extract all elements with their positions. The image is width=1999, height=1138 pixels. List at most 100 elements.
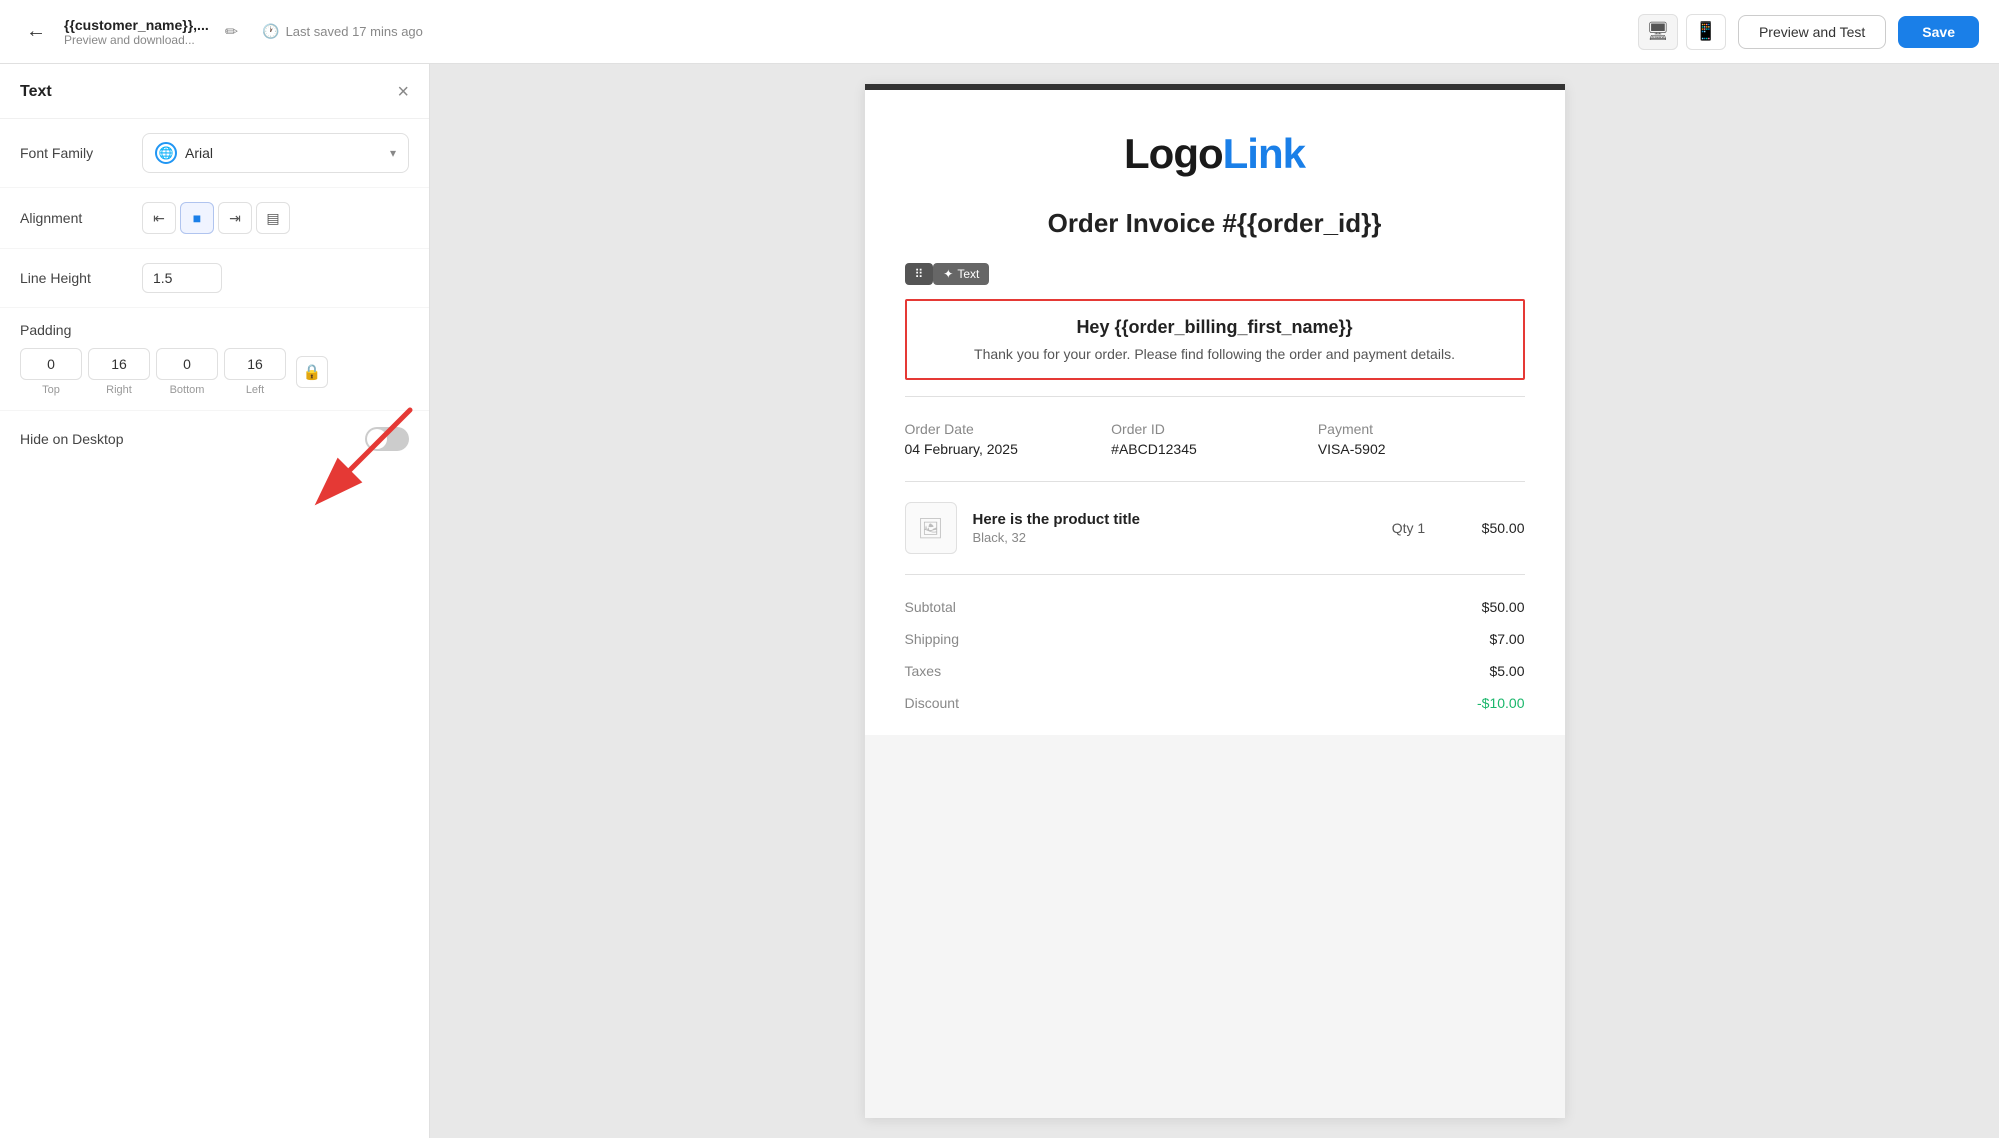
padding-left-label: Left <box>246 384 264 396</box>
shipping-row: Shipping $7.00 <box>905 623 1525 655</box>
padding-top-wrap: Top <box>20 348 82 396</box>
align-justify-button[interactable]: ▤ <box>256 202 290 234</box>
product-qty: Qty 1 <box>1379 520 1439 536</box>
product-variant: Black, 32 <box>973 530 1363 545</box>
order-meta: Order Date 04 February, 2025 Order ID #A… <box>865 397 1565 481</box>
text-block-toolbar: ⠿ ✦ Text <box>905 263 990 285</box>
order-id-col: Order ID #ABCD12345 <box>1111 421 1318 457</box>
mobile-icon: 📱 <box>1695 21 1717 42</box>
padding-bottom-label: Bottom <box>170 384 205 396</box>
text-block-selected: Hey {{order_billing_first_name}} Thank y… <box>905 299 1525 380</box>
toggle-slider <box>365 427 409 451</box>
globe-icon: 🌐 <box>155 142 177 164</box>
align-left-icon: ⇤ <box>153 210 165 227</box>
product-title: Here is the product title <box>973 511 1363 528</box>
text-pill-label: Text <box>957 267 979 281</box>
alignment-row: Alignment ⇤ ■ ⇥ ▤ <box>0 188 429 249</box>
payment-label: Payment <box>1318 421 1525 437</box>
hide-desktop-toggle[interactable] <box>365 427 409 451</box>
subtotal-row: Subtotal $50.00 <box>905 591 1525 623</box>
main-content: Text × Font Family 🌐 Arial ▾ Alignment ⇤ <box>0 64 1999 1138</box>
padding-inputs: Top Right Bottom Left 🔒 <box>20 348 409 396</box>
font-family-label: Font Family <box>20 145 130 161</box>
padding-right-input[interactable] <box>88 348 150 380</box>
align-center-button[interactable]: ■ <box>180 202 214 234</box>
last-saved-text: Last saved 17 mins ago <box>286 24 423 39</box>
header-title-area: {{customer_name}},... Preview and downlo… <box>64 17 209 47</box>
font-family-select[interactable]: 🌐 Arial ▾ <box>142 133 409 173</box>
product-row: 🖼 Here is the product title Black, 32 Qt… <box>865 482 1565 574</box>
email-preview-panel: LogoLink Order Invoice #{{order_id}} ⠿ ✦… <box>430 64 1999 1138</box>
document-title: {{customer_name}},... <box>64 17 209 33</box>
line-height-input[interactable] <box>142 263 222 293</box>
padding-bottom-wrap: Bottom <box>156 348 218 396</box>
header-left: ← {{customer_name}},... Preview and down… <box>20 16 1626 48</box>
align-center-icon: ■ <box>193 210 201 226</box>
padding-top-input[interactable] <box>20 348 82 380</box>
clock-icon: 🕐 <box>262 23 279 40</box>
padding-right-label: Right <box>106 384 132 396</box>
align-justify-icon: ▤ <box>266 210 279 227</box>
move-pill[interactable]: ⠿ <box>905 263 934 285</box>
save-button[interactable]: Save <box>1898 16 1979 48</box>
align-right-button[interactable]: ⇥ <box>218 202 252 234</box>
line-height-row: Line Height <box>0 249 429 308</box>
font-family-control: 🌐 Arial ▾ <box>142 133 409 173</box>
padding-bottom-input[interactable] <box>156 348 218 380</box>
lock-icon: 🔒 <box>303 363 322 381</box>
back-button[interactable]: ← <box>20 16 52 48</box>
email-preview: LogoLink Order Invoice #{{order_id}} ⠿ ✦… <box>865 84 1565 1118</box>
payment-value: VISA-5902 <box>1318 441 1525 457</box>
panel-title: Text <box>20 83 52 101</box>
payment-col: Payment VISA-5902 <box>1318 421 1525 457</box>
alignment-group: ⇤ ■ ⇥ ▤ <box>142 202 290 234</box>
move-icon: ⠿ <box>915 267 924 281</box>
save-info: 🕐 Last saved 17 mins ago <box>262 23 423 40</box>
desktop-view-button[interactable]: 🖥 <box>1638 14 1678 50</box>
padding-top-label: Top <box>42 384 60 396</box>
alignment-control: ⇤ ■ ⇥ ▤ <box>142 202 409 234</box>
order-id-value: #ABCD12345 <box>1111 441 1318 457</box>
header-right: Preview and Test Save <box>1738 15 1979 49</box>
close-panel-button[interactable]: × <box>397 82 409 102</box>
font-name-display: Arial <box>185 145 382 161</box>
padding-right-wrap: Right <box>88 348 150 396</box>
padding-left-wrap: Left <box>224 348 286 396</box>
font-family-row: Font Family 🌐 Arial ▾ <box>0 119 429 188</box>
invoice-title: Order Invoice #{{order_id}} <box>865 208 1565 259</box>
discount-value: -$10.00 <box>1477 695 1524 711</box>
discount-row: Discount -$10.00 <box>905 687 1525 719</box>
email-logo-section: LogoLink <box>865 90 1565 208</box>
order-id-label: Order ID <box>1111 421 1318 437</box>
line-height-control <box>142 263 409 293</box>
shipping-label: Shipping <box>905 631 960 647</box>
preview-and-test-button[interactable]: Preview and Test <box>1738 15 1886 49</box>
chevron-down-icon: ▾ <box>390 146 396 160</box>
hide-desktop-label: Hide on Desktop <box>20 431 365 447</box>
app-header: ← {{customer_name}},... Preview and down… <box>0 0 1999 64</box>
cursor-icon: ✦ <box>943 267 953 281</box>
padding-lock-button[interactable]: 🔒 <box>296 356 328 388</box>
taxes-value: $5.00 <box>1489 663 1524 679</box>
subtotal-label: Subtotal <box>905 599 956 615</box>
hide-desktop-row: Hide on Desktop <box>0 411 429 467</box>
document-subtitle: Preview and download... <box>64 33 209 47</box>
order-date-col: Order Date 04 February, 2025 <box>905 421 1112 457</box>
panel-header: Text × <box>0 64 429 119</box>
align-left-button[interactable]: ⇤ <box>142 202 176 234</box>
padding-left-input[interactable] <box>224 348 286 380</box>
device-switcher: 🖥 📱 <box>1638 14 1726 50</box>
left-panel: Text × Font Family 🌐 Arial ▾ Alignment ⇤ <box>0 64 430 1138</box>
product-price: $50.00 <box>1455 520 1525 536</box>
discount-label: Discount <box>905 695 959 711</box>
text-pill[interactable]: ✦ Text <box>933 263 989 285</box>
email-body: LogoLink Order Invoice #{{order_id}} ⠿ ✦… <box>865 90 1565 735</box>
mobile-view-button[interactable]: 📱 <box>1686 14 1726 50</box>
logo: LogoLink <box>1124 130 1305 178</box>
taxes-label: Taxes <box>905 663 942 679</box>
subtotal-value: $50.00 <box>1482 599 1525 615</box>
image-icon: 🖼 <box>918 516 943 541</box>
edit-title-button[interactable]: ✏ <box>221 18 242 46</box>
text-block-wrapper[interactable]: ⠿ ✦ Text Hey {{order_billing_first_name}… <box>905 299 1525 380</box>
order-date-value: 04 February, 2025 <box>905 441 1112 457</box>
